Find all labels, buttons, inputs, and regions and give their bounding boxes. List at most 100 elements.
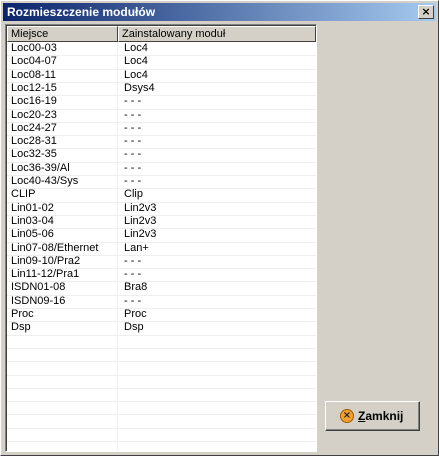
table-row[interactable]: Lin01-02 Lin2v3 [7, 202, 316, 215]
row-gridline [7, 268, 316, 270]
title-bar[interactable]: Rozmieszczenie modułów × [3, 3, 436, 21]
row-gridline [7, 347, 316, 349]
cell-installed-module: - - - [124, 268, 142, 281]
row-gridline [7, 374, 316, 376]
cell-location: Loc04-07 [11, 55, 57, 68]
empty-row [7, 361, 316, 374]
cell-installed-module: Proc [124, 308, 147, 320]
cell-location: Loc08-11 [11, 68, 57, 81]
cell-installed-module: - - - [124, 135, 142, 148]
row-gridline [7, 361, 316, 363]
cell-installed-module: - - - [124, 175, 142, 187]
table-row[interactable]: Loc36-39/Al - - - [7, 162, 316, 175]
cell-installed-module: - - - [124, 95, 142, 108]
cell-location: Loc20-23 [11, 108, 57, 121]
cell-installed-module: Lin2v3 [124, 214, 157, 227]
cell-location: ISDN01-08 [11, 281, 66, 294]
row-gridline [7, 68, 316, 70]
cell-location: Lin01-02 [11, 201, 54, 214]
column-header-installed-module[interactable]: Zainstalowany moduł [118, 26, 316, 42]
table-row[interactable]: Loc20-23 - - - [7, 109, 316, 122]
cell-location: Lin09-10/Pra2 [11, 254, 81, 267]
cell-location: Loc40-43/Sys [11, 175, 79, 187]
table-row[interactable]: Loc12-15 Dsys4 [7, 82, 316, 95]
cell-location: Loc28-31 [11, 135, 57, 148]
cell-location: Loc36-39/Al [11, 161, 70, 174]
row-gridline [7, 241, 316, 243]
cell-installed-module: Lin2v3 [124, 201, 157, 214]
cell-location: Loc00-03 [11, 42, 57, 54]
table-row[interactable]: ISDN01-08 Bra8 [7, 281, 316, 294]
row-gridline [7, 55, 316, 57]
list-header: Miejsce Zainstalowany moduł [7, 26, 316, 42]
cell-location: Dsp [11, 321, 31, 334]
cell-installed-module: Loc4 [124, 42, 148, 54]
row-gridline [7, 161, 316, 163]
table-row[interactable]: Proc Proc [7, 308, 316, 321]
cell-installed-module: - - - [124, 254, 142, 267]
close-button-label: Zamknij [358, 409, 404, 423]
cell-installed-module: - - - [124, 294, 142, 307]
table-row[interactable]: Loc00-03 Loc4 [7, 42, 316, 55]
row-gridline [7, 108, 316, 110]
empty-row [7, 375, 316, 388]
cell-location: Loc24-27 [11, 121, 57, 134]
row-gridline [7, 214, 316, 216]
table-row[interactable]: Lin09-10/Pra2 - - - [7, 255, 316, 268]
row-gridline [7, 201, 316, 203]
cell-location: Lin05-06 [11, 228, 54, 241]
cell-location: Lin03-04 [11, 214, 54, 227]
table-row[interactable]: ISDN09-16 - - - [7, 295, 316, 308]
title-close-button[interactable]: × [418, 5, 434, 19]
row-gridline [7, 228, 316, 230]
cell-installed-module: Lan+ [124, 241, 149, 254]
cell-location: Loc32-35 [11, 148, 57, 161]
row-gridline [7, 401, 316, 403]
cell-location: ISDN09-16 [11, 294, 66, 307]
row-gridline [7, 148, 316, 150]
row-gridline [7, 254, 316, 256]
cell-location: Proc [11, 308, 34, 320]
row-gridline [7, 81, 316, 83]
cell-location: Lin11-12/Pra1 [11, 268, 80, 281]
cell-installed-module: Dsys4 [124, 81, 155, 94]
table-row[interactable]: Lin05-06 Lin2v3 [7, 228, 316, 241]
cell-location: Loc12-15 [11, 81, 57, 94]
module-list[interactable]: Miejsce Zainstalowany moduł Loc00-03 Loc4… [5, 24, 317, 452]
row-gridline [7, 175, 316, 176]
row-gridline [7, 441, 316, 442]
column-header-location[interactable]: Miejsce [7, 26, 118, 42]
table-row[interactable]: Loc40-43/Sys - - - [7, 175, 316, 188]
table-row[interactable]: CLIP Clip [7, 188, 316, 201]
table-row[interactable]: Lin03-04 Lin2v3 [7, 215, 316, 228]
table-row[interactable]: Loc24-27 - - - [7, 122, 316, 135]
empty-row [7, 388, 316, 401]
cell-location: Loc16-19 [11, 95, 57, 108]
cell-installed-module: Loc4 [124, 68, 148, 81]
close-circle-icon: × [340, 409, 354, 423]
row-gridline [7, 321, 316, 323]
table-row[interactable]: Lin11-12/Pra1 - - - [7, 268, 316, 281]
window-title: Rozmieszczenie modułów [7, 5, 156, 19]
empty-row [7, 414, 316, 427]
row-gridline [7, 294, 316, 296]
cell-installed-module: Loc4 [124, 55, 148, 68]
empty-row [7, 441, 316, 451]
empty-row [7, 348, 316, 361]
cell-installed-module: Clip [124, 188, 143, 201]
table-row[interactable]: Dsp Dsp [7, 321, 316, 334]
row-gridline [7, 414, 316, 416]
row-gridline [7, 121, 316, 123]
table-row[interactable]: Loc32-35 - - - [7, 148, 316, 161]
table-row[interactable]: Loc08-11 Loc4 [7, 69, 316, 82]
table-row[interactable]: Loc16-19 - - - [7, 95, 316, 108]
dialog-window: Rozmieszczenie modułów × Miejsce Zainsta… [0, 0, 439, 456]
table-row[interactable]: Loc04-07 Loc4 [7, 55, 316, 68]
close-button[interactable]: × Zamknij [325, 401, 420, 431]
table-row[interactable]: Loc28-31 - - - [7, 135, 316, 148]
empty-row [7, 428, 316, 441]
table-row[interactable]: Lin07-08/Ethernet Lan+ [7, 242, 316, 255]
row-gridline [7, 334, 316, 336]
cell-location: CLIP [11, 188, 36, 201]
empty-row [7, 335, 316, 348]
